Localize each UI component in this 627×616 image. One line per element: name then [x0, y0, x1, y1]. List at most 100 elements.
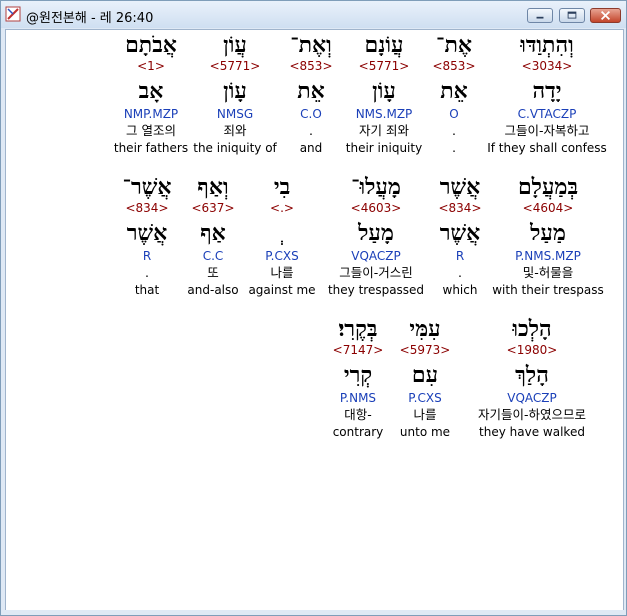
hebrew-word: עִמִּי [409, 316, 441, 342]
korean-gloss: 그들이-자복하고 [504, 123, 590, 138]
hebrew-word: הָלְכוּ [512, 316, 552, 342]
english-gloss: If they shall confess [487, 141, 607, 155]
korean-gloss: . [145, 265, 149, 280]
maximize-button[interactable] [559, 8, 585, 23]
parsing-code: P.CXS [408, 391, 442, 405]
korean-gloss: 죄와 [223, 123, 247, 138]
strong-number[interactable]: <853> [424, 58, 484, 74]
english-gloss: the iniquity of [193, 141, 277, 155]
parsing-code: VQACZP [351, 249, 401, 263]
korean-gloss: 또 [207, 265, 219, 280]
window-title: @원전본해 - 레 26:40 [26, 11, 154, 26]
word-cell[interactable]: בְּקֶרִי׃ <7147> קְרִי P.NMS 대항- contrar… [324, 316, 392, 440]
lemma-word: יָדָה [532, 78, 562, 104]
strong-number[interactable]: <834> [116, 200, 178, 216]
english-gloss: . [452, 141, 456, 155]
strong-number[interactable]: <1980> [462, 342, 602, 358]
window-bottom-border [1, 610, 626, 615]
korean-gloss: 자기 죄와 [359, 123, 409, 138]
strong-number[interactable]: <637> [182, 200, 244, 216]
lemma-word: הָלַךְ [515, 362, 549, 388]
parsing-code: C.C [202, 249, 224, 263]
strong-number[interactable]: <4603> [324, 200, 428, 216]
lemma-word: מָעַל [358, 220, 394, 246]
lemma-word: קְרִי [343, 362, 373, 388]
lemma-word: אֵת [297, 78, 325, 104]
parsing-code: C.VTACZP [517, 107, 577, 121]
hebrew-word: מָעֲלוּ־ [351, 174, 401, 200]
hebrew-word: עֲוֹנָם [364, 32, 404, 58]
korean-gloss: 그 열조의 [126, 123, 176, 138]
app-icon [5, 6, 21, 22]
english-gloss: they have walked [479, 425, 585, 439]
korean-gloss: 대항- [344, 407, 372, 422]
word-cell[interactable]: הָלְכוּ <1980> הָלַךְ VQACZP 자기들이-하였으므로 … [462, 316, 602, 440]
english-gloss: unto me [399, 425, 451, 439]
title-bar[interactable]: @원전본해 - 레 26:40 [1, 1, 626, 28]
hebrew-word: וְהִתְוַדּוּ [520, 32, 574, 58]
maximize-icon [567, 11, 577, 19]
parsing-code: NMS.MZP [355, 107, 413, 121]
word-cell[interactable]: עֲוֹן <5771> עָוֹן NMSG 죄와 the iniquity … [192, 32, 278, 156]
word-cell[interactable]: בְּמַעֲלָם <4604> מַעַל P.NMS.MZP 및-허물을 … [488, 174, 608, 298]
hebrew-word: בִי [273, 174, 291, 200]
strong-number[interactable]: <4604> [488, 200, 608, 216]
minimize-button[interactable] [527, 8, 553, 23]
english-gloss: their iniquity [345, 141, 423, 155]
korean-gloss: 그들이-거스린 [339, 265, 413, 280]
word-cell[interactable]: בִי <.> ְ P.CXS 나를 against me [246, 174, 318, 298]
lemma-word: עָוֹן [372, 78, 396, 104]
lemma-word: ְ [246, 218, 318, 248]
word-cell[interactable]: וְהִתְוַדּוּ <3034> יָדָה C.VTACZP 그들이-자… [483, 32, 611, 156]
english-gloss: they trespassed [327, 283, 425, 297]
english-gloss: with their trespass [492, 283, 604, 297]
strong-number[interactable]: <3034> [483, 58, 611, 74]
parsing-code: R [455, 249, 465, 263]
word-cell[interactable]: אֲשֶׁר־ <834> אֲשֶׁר R . that [116, 174, 178, 298]
word-cell[interactable]: וְאֶת־ <853> אֵת C.O . and [278, 32, 344, 156]
korean-gloss: 자기들이-하였으므로 [477, 407, 586, 422]
lemma-word: אֲשֶׁר [439, 220, 481, 246]
strong-number[interactable]: <1> [110, 58, 192, 74]
strong-number[interactable]: <7147> [324, 342, 392, 358]
lemma-word: אַף [200, 220, 226, 246]
word-cell[interactable]: מָעֲלוּ־ <4603> מָעַל VQACZP 그들이-거스린 the… [324, 174, 428, 298]
lemma-word: אָב [138, 78, 164, 104]
word-cell[interactable]: אֶת־ <853> אֵת O . . [424, 32, 484, 156]
korean-gloss: . [458, 265, 462, 280]
word-cell[interactable]: אֲשֶׁר <834> אֲשֶׁר R . which [430, 174, 490, 298]
strong-number[interactable]: <.> [246, 200, 318, 216]
strong-number[interactable]: <853> [278, 58, 344, 74]
strong-number[interactable]: <834> [430, 200, 490, 216]
strong-number[interactable]: <5771> [192, 58, 278, 74]
hebrew-word: אֲשֶׁר [439, 174, 481, 200]
korean-gloss: 나를 [413, 407, 437, 422]
parsing-code: R [142, 249, 152, 263]
parsing-code: P.NMS.MZP [515, 249, 581, 263]
parsing-code: P.CXS [265, 249, 299, 263]
word-cell[interactable]: אֲבֹתָם <1> אָב NMP.MZP 그 열조의 their fath… [110, 32, 192, 156]
interlinear-panel: וְהִתְוַדּוּ <3034> יָדָה C.VTACZP 그들이-자… [5, 29, 624, 611]
hebrew-word: וְאַף [197, 174, 229, 200]
korean-gloss: . [309, 123, 313, 138]
word-cell[interactable]: עִמִּי <5973> עִם P.CXS 나를 unto me [394, 316, 456, 440]
korean-gloss: . [452, 123, 456, 138]
lemma-word: מַעַל [530, 220, 566, 246]
close-button[interactable] [590, 8, 621, 23]
word-cell[interactable]: עֲוֹנָם <5771> עָוֹן NMS.MZP 자기 죄와 their… [344, 32, 424, 156]
english-gloss: their fathers [113, 141, 189, 155]
parsing-code: O [449, 107, 459, 121]
english-gloss: which [442, 283, 478, 297]
hebrew-word: אֲשֶׁר־ [122, 174, 172, 200]
parsing-code: P.NMS [339, 391, 377, 405]
english-gloss: and-also [187, 283, 239, 297]
korean-gloss: 및-허물을 [522, 265, 574, 280]
minimize-icon [536, 16, 544, 19]
close-icon [600, 10, 611, 21]
hebrew-word: אֶת־ [436, 32, 472, 58]
english-gloss: contrary [332, 425, 384, 439]
strong-number[interactable]: <5973> [394, 342, 456, 358]
lemma-word: אֵת [440, 78, 468, 104]
word-cell[interactable]: וְאַף <637> אַף C.C 또 and-also [182, 174, 244, 298]
strong-number[interactable]: <5771> [344, 58, 424, 74]
